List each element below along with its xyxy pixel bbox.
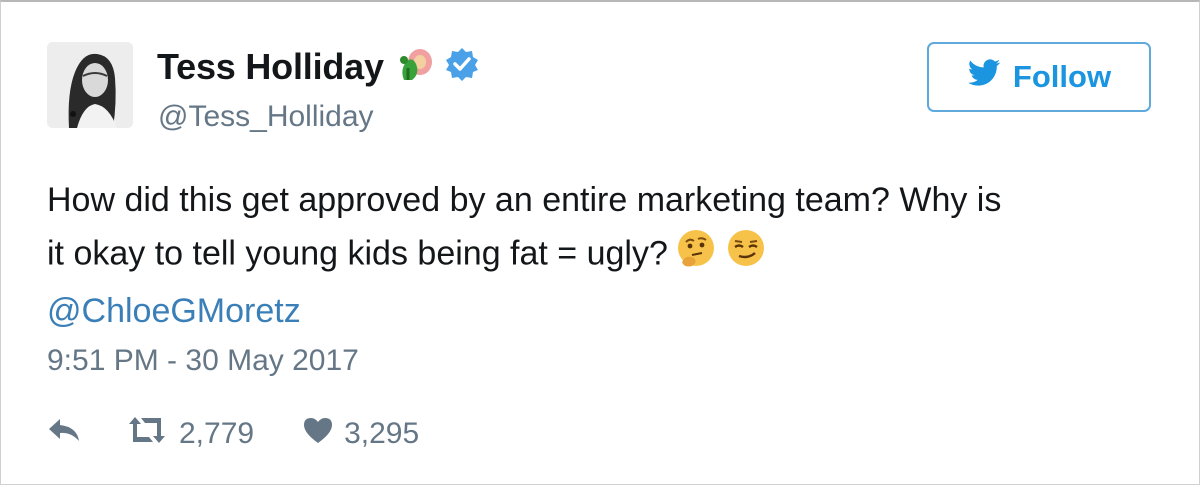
reply-icon: [47, 417, 81, 451]
author-name-row: Tess Holliday: [157, 44, 480, 89]
author-display-name[interactable]: Tess Holliday: [157, 46, 384, 88]
avatar[interactable]: [47, 42, 133, 128]
tweet-text: How did this get approved by an entire m…: [47, 174, 1157, 337]
tweet-card: Tess Holliday @Tess_Holliday Follow How …: [0, 0, 1200, 485]
reply-button[interactable]: [47, 417, 81, 451]
tweet-text-line-1: How did this get approved by an entire m…: [47, 181, 1002, 219]
author-handle[interactable]: @Tess_Holliday: [158, 100, 374, 134]
tweet-actions: 2,779 3,295: [47, 412, 419, 456]
retweet-button[interactable]: 2,779: [125, 415, 254, 453]
retweet-icon: [125, 415, 169, 453]
like-button[interactable]: 3,295: [302, 416, 419, 452]
retweet-count: 2,779: [179, 417, 255, 450]
tweet-text-line-2: it okay to tell young kids being fat = u…: [47, 234, 668, 273]
tweet-text-line-2-wrapper: it okay to tell young kids being fat = u…: [47, 226, 1157, 285]
tweet-timestamp[interactable]: 9:51 PM - 30 May 2017: [47, 344, 359, 378]
tiger-flower-emoji-icon: [394, 44, 434, 89]
twitter-bird-icon: [967, 59, 1001, 95]
like-count: 3,295: [344, 417, 420, 450]
avatar-image: [47, 42, 133, 128]
mention-link[interactable]: @ChloeGMoretz: [47, 285, 1157, 337]
thinking-face-emoji-icon: [674, 226, 718, 285]
smirking-face-emoji-icon: [724, 226, 768, 285]
follow-button[interactable]: Follow: [927, 42, 1151, 112]
follow-button-label: Follow: [1012, 59, 1112, 94]
verified-badge-icon: [444, 46, 480, 87]
heart-icon: [302, 416, 334, 452]
